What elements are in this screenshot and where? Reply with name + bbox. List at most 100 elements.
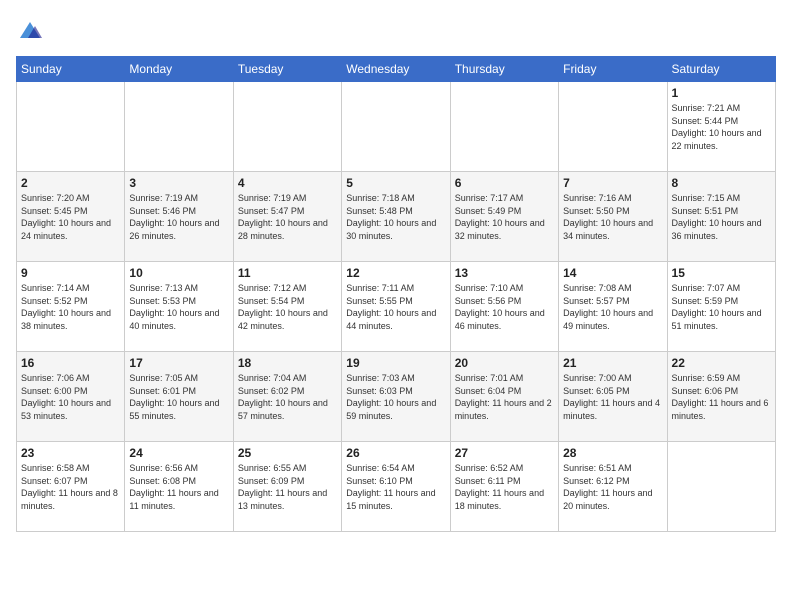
day-number: 13 xyxy=(455,266,554,280)
day-number: 26 xyxy=(346,446,445,460)
calendar-cell: 6 Sunrise: 7:17 AM Sunset: 5:49 PM Daylig… xyxy=(450,172,558,262)
day-content: Sunrise: 7:08 AM Sunset: 5:57 PM Dayligh… xyxy=(563,282,662,332)
calendar-cell: 5 Sunrise: 7:18 AM Sunset: 5:48 PM Daylig… xyxy=(342,172,450,262)
calendar-cell xyxy=(450,82,558,172)
calendar-cell: 9 Sunrise: 7:14 AM Sunset: 5:52 PM Daylig… xyxy=(17,262,125,352)
day-number: 4 xyxy=(238,176,337,190)
calendar-cell: 26 Sunrise: 6:54 AM Sunset: 6:10 PM Dayli… xyxy=(342,442,450,532)
day-content: Sunrise: 6:56 AM Sunset: 6:08 PM Dayligh… xyxy=(129,462,228,512)
calendar-cell: 8 Sunrise: 7:15 AM Sunset: 5:51 PM Daylig… xyxy=(667,172,775,262)
calendar-cell: 15Sunrise: 7:07 AM Sunset: 5:59 PM Dayli… xyxy=(667,262,775,352)
calendar-cell: 14 Sunrise: 7:08 AM Sunset: 5:57 PM Dayli… xyxy=(559,262,667,352)
week-row-3: 9 Sunrise: 7:14 AM Sunset: 5:52 PM Daylig… xyxy=(17,262,776,352)
calendar-cell: 3 Sunrise: 7:19 AM Sunset: 5:46 PM Daylig… xyxy=(125,172,233,262)
day-number: 16 xyxy=(21,356,120,370)
day-content: Sunrise: 7:18 AM Sunset: 5:48 PM Dayligh… xyxy=(346,192,445,242)
header-day-monday: Monday xyxy=(125,57,233,82)
header-day-friday: Friday xyxy=(559,57,667,82)
calendar-cell: 4 Sunrise: 7:19 AM Sunset: 5:47 PM Daylig… xyxy=(233,172,341,262)
calendar-cell: 20 Sunrise: 7:01 AM Sunset: 6:04 PM Dayli… xyxy=(450,352,558,442)
calendar-cell: 25 Sunrise: 6:55 AM Sunset: 6:09 PM Dayli… xyxy=(233,442,341,532)
day-content: Sunrise: 7:16 AM Sunset: 5:50 PM Dayligh… xyxy=(563,192,662,242)
calendar-cell xyxy=(125,82,233,172)
day-number: 20 xyxy=(455,356,554,370)
day-number: 25 xyxy=(238,446,337,460)
day-content: Sunrise: 7:12 AM Sunset: 5:54 PM Dayligh… xyxy=(238,282,337,332)
day-number: 14 xyxy=(563,266,662,280)
day-number: 6 xyxy=(455,176,554,190)
day-content: Sunrise: 6:55 AM Sunset: 6:09 PM Dayligh… xyxy=(238,462,337,512)
day-content: Sunrise: 7:01 AM Sunset: 6:04 PM Dayligh… xyxy=(455,372,554,422)
day-number: 23 xyxy=(21,446,120,460)
day-number: 27 xyxy=(455,446,554,460)
calendar-cell: 24 Sunrise: 6:56 AM Sunset: 6:08 PM Dayli… xyxy=(125,442,233,532)
day-content: Sunrise: 7:03 AM Sunset: 6:03 PM Dayligh… xyxy=(346,372,445,422)
day-content: Sunrise: 7:19 AM Sunset: 5:47 PM Dayligh… xyxy=(238,192,337,242)
calendar-cell: 19 Sunrise: 7:03 AM Sunset: 6:03 PM Dayli… xyxy=(342,352,450,442)
day-content: Sunrise: 7:00 AM Sunset: 6:05 PM Dayligh… xyxy=(563,372,662,422)
day-number: 21 xyxy=(563,356,662,370)
calendar-cell: 22 Sunrise: 6:59 AM Sunset: 6:06 PM Dayli… xyxy=(667,352,775,442)
day-number: 8 xyxy=(672,176,771,190)
day-content: Sunrise: 7:21 AM Sunset: 5:44 PM Dayligh… xyxy=(672,102,771,152)
logo-icon xyxy=(16,18,44,46)
calendar-cell: 11 Sunrise: 7:12 AM Sunset: 5:54 PM Dayli… xyxy=(233,262,341,352)
week-row-5: 23 Sunrise: 6:58 AM Sunset: 6:07 PM Dayli… xyxy=(17,442,776,532)
week-row-4: 16 Sunrise: 7:06 AM Sunset: 6:00 PM Dayli… xyxy=(17,352,776,442)
day-number: 18 xyxy=(238,356,337,370)
day-content: Sunrise: 6:51 AM Sunset: 6:12 PM Dayligh… xyxy=(563,462,662,512)
day-content: Sunrise: 7:05 AM Sunset: 6:01 PM Dayligh… xyxy=(129,372,228,422)
calendar-cell xyxy=(559,82,667,172)
header-day-tuesday: Tuesday xyxy=(233,57,341,82)
calendar-cell xyxy=(233,82,341,172)
week-row-1: 1 Sunrise: 7:21 AM Sunset: 5:44 PM Daylig… xyxy=(17,82,776,172)
day-content: Sunrise: 7:13 AM Sunset: 5:53 PM Dayligh… xyxy=(129,282,228,332)
calendar-cell: 27 Sunrise: 6:52 AM Sunset: 6:11 PM Dayli… xyxy=(450,442,558,532)
day-number: 22 xyxy=(672,356,771,370)
day-number: 1 xyxy=(672,86,771,100)
day-number: 9 xyxy=(21,266,120,280)
day-number: 19 xyxy=(346,356,445,370)
day-number: 5 xyxy=(346,176,445,190)
day-content: Sunrise: 6:58 AM Sunset: 6:07 PM Dayligh… xyxy=(21,462,120,512)
day-content: Sunrise: 6:54 AM Sunset: 6:10 PM Dayligh… xyxy=(346,462,445,512)
day-number: 2 xyxy=(21,176,120,190)
calendar-cell xyxy=(17,82,125,172)
day-content: Sunrise: 7:19 AM Sunset: 5:46 PM Dayligh… xyxy=(129,192,228,242)
calendar-cell: 10 Sunrise: 7:13 AM Sunset: 5:53 PM Dayli… xyxy=(125,262,233,352)
calendar-cell: 13 Sunrise: 7:10 AM Sunset: 5:56 PM Dayli… xyxy=(450,262,558,352)
header-day-sunday: Sunday xyxy=(17,57,125,82)
calendar-cell: 28 Sunrise: 6:51 AM Sunset: 6:12 PM Dayli… xyxy=(559,442,667,532)
day-content: Sunrise: 7:04 AM Sunset: 6:02 PM Dayligh… xyxy=(238,372,337,422)
page-header xyxy=(16,16,776,46)
header-day-thursday: Thursday xyxy=(450,57,558,82)
day-number: 7 xyxy=(563,176,662,190)
day-number: 3 xyxy=(129,176,228,190)
calendar-cell: 23 Sunrise: 6:58 AM Sunset: 6:07 PM Dayli… xyxy=(17,442,125,532)
day-content: Sunrise: 7:06 AM Sunset: 6:00 PM Dayligh… xyxy=(21,372,120,422)
calendar-cell: 17Sunrise: 7:05 AM Sunset: 6:01 PM Dayli… xyxy=(125,352,233,442)
day-content: Sunrise: 7:17 AM Sunset: 5:49 PM Dayligh… xyxy=(455,192,554,242)
day-number: 12 xyxy=(346,266,445,280)
header-row: SundayMondayTuesdayWednesdayThursdayFrid… xyxy=(17,57,776,82)
calendar-cell: 18 Sunrise: 7:04 AM Sunset: 6:02 PM Dayli… xyxy=(233,352,341,442)
day-content: Sunrise: 7:10 AM Sunset: 5:56 PM Dayligh… xyxy=(455,282,554,332)
calendar-cell: 7 Sunrise: 7:16 AM Sunset: 5:50 PM Daylig… xyxy=(559,172,667,262)
day-content: Sunrise: 6:52 AM Sunset: 6:11 PM Dayligh… xyxy=(455,462,554,512)
day-content: Sunrise: 7:20 AM Sunset: 5:45 PM Dayligh… xyxy=(21,192,120,242)
day-content: Sunrise: 7:14 AM Sunset: 5:52 PM Dayligh… xyxy=(21,282,120,332)
day-content: Sunrise: 7:15 AM Sunset: 5:51 PM Dayligh… xyxy=(672,192,771,242)
day-number: 10 xyxy=(129,266,228,280)
day-number: 24 xyxy=(129,446,228,460)
header-day-saturday: Saturday xyxy=(667,57,775,82)
day-number: 11 xyxy=(238,266,337,280)
header-day-wednesday: Wednesday xyxy=(342,57,450,82)
day-number: 28 xyxy=(563,446,662,460)
calendar-cell: 1 Sunrise: 7:21 AM Sunset: 5:44 PM Daylig… xyxy=(667,82,775,172)
calendar-cell: 16 Sunrise: 7:06 AM Sunset: 6:00 PM Dayli… xyxy=(17,352,125,442)
calendar-cell: 12 Sunrise: 7:11 AM Sunset: 5:55 PM Dayli… xyxy=(342,262,450,352)
day-number: 15 xyxy=(672,266,771,280)
calendar-cell xyxy=(342,82,450,172)
day-content: Sunrise: 7:11 AM Sunset: 5:55 PM Dayligh… xyxy=(346,282,445,332)
day-content: Sunrise: 6:59 AM Sunset: 6:06 PM Dayligh… xyxy=(672,372,771,422)
